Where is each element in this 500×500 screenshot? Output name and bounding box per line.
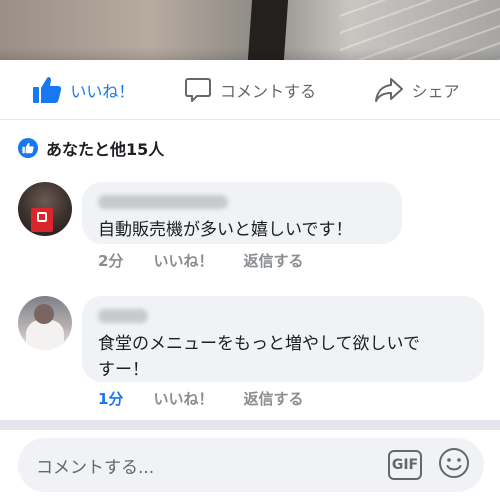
comment-input[interactable]: コメントする...	[36, 453, 388, 478]
emoji-icon[interactable]	[438, 447, 470, 483]
photo-shadow	[0, 48, 500, 60]
comment-meta: 2分 いいね！ 返信する	[98, 250, 402, 271]
post-action-bar: いいね！ コメントする シェア	[0, 60, 500, 120]
speech-bubble-icon	[184, 76, 212, 104]
comment-button[interactable]: コメントする	[167, 60, 334, 119]
comment-reply-link[interactable]: 返信する	[243, 388, 303, 409]
commenter-name-blurred	[98, 195, 228, 209]
avatar[interactable]	[18, 296, 72, 350]
reactions-summary[interactable]: あなたと他15人	[18, 136, 164, 160]
commenter-name-blurred	[98, 309, 148, 323]
reactions-summary-text: あなたと他15人	[46, 140, 165, 159]
comment-like-link[interactable]: いいね！	[153, 250, 213, 271]
comment-time: 2分	[98, 252, 124, 270]
thumbs-up-icon	[32, 76, 62, 104]
post-photo[interactable]	[0, 0, 500, 60]
share-button[interactable]: シェア	[333, 60, 500, 119]
comment-time: 1分	[98, 390, 124, 408]
like-label: いいね！	[70, 81, 135, 101]
avatar[interactable]	[18, 182, 72, 236]
gif-button[interactable]: GIF	[388, 450, 422, 480]
comment-label: コメントする	[220, 81, 317, 101]
comment-text-line2: すー！	[98, 360, 149, 380]
share-label: シェア	[411, 81, 460, 101]
avatar-shirt	[26, 320, 64, 350]
comment-composer[interactable]: コメントする... GIF	[18, 438, 484, 492]
like-badge-icon	[18, 138, 38, 158]
comment-bubble[interactable]: 自動販売機が多いと嬉しいです！	[82, 182, 402, 244]
comment-text: 自動販売機が多いと嬉しいです！	[98, 220, 353, 240]
comment-bubble[interactable]: 食堂のメニューをもっと増やして欲しいで すー！	[82, 296, 484, 382]
like-button[interactable]: いいね！	[0, 60, 167, 119]
avatar-logo	[37, 212, 47, 222]
comment-like-link[interactable]: いいね！	[153, 388, 213, 409]
comment-text-line1: 食堂のメニューをもっと増やして欲しいで	[98, 334, 420, 354]
avatar-head	[34, 304, 54, 324]
section-divider	[0, 420, 500, 430]
comment-item: 食堂のメニューをもっと増やして欲しいで すー！ 1分 いいね！ 返信する	[18, 296, 484, 409]
comment-item: 自動販売機が多いと嬉しいです！ 2分 いいね！ 返信する	[18, 182, 402, 271]
share-arrow-icon	[374, 77, 404, 103]
comment-meta: 1分 いいね！ 返信する	[98, 388, 484, 409]
comment-reply-link[interactable]: 返信する	[243, 250, 303, 271]
